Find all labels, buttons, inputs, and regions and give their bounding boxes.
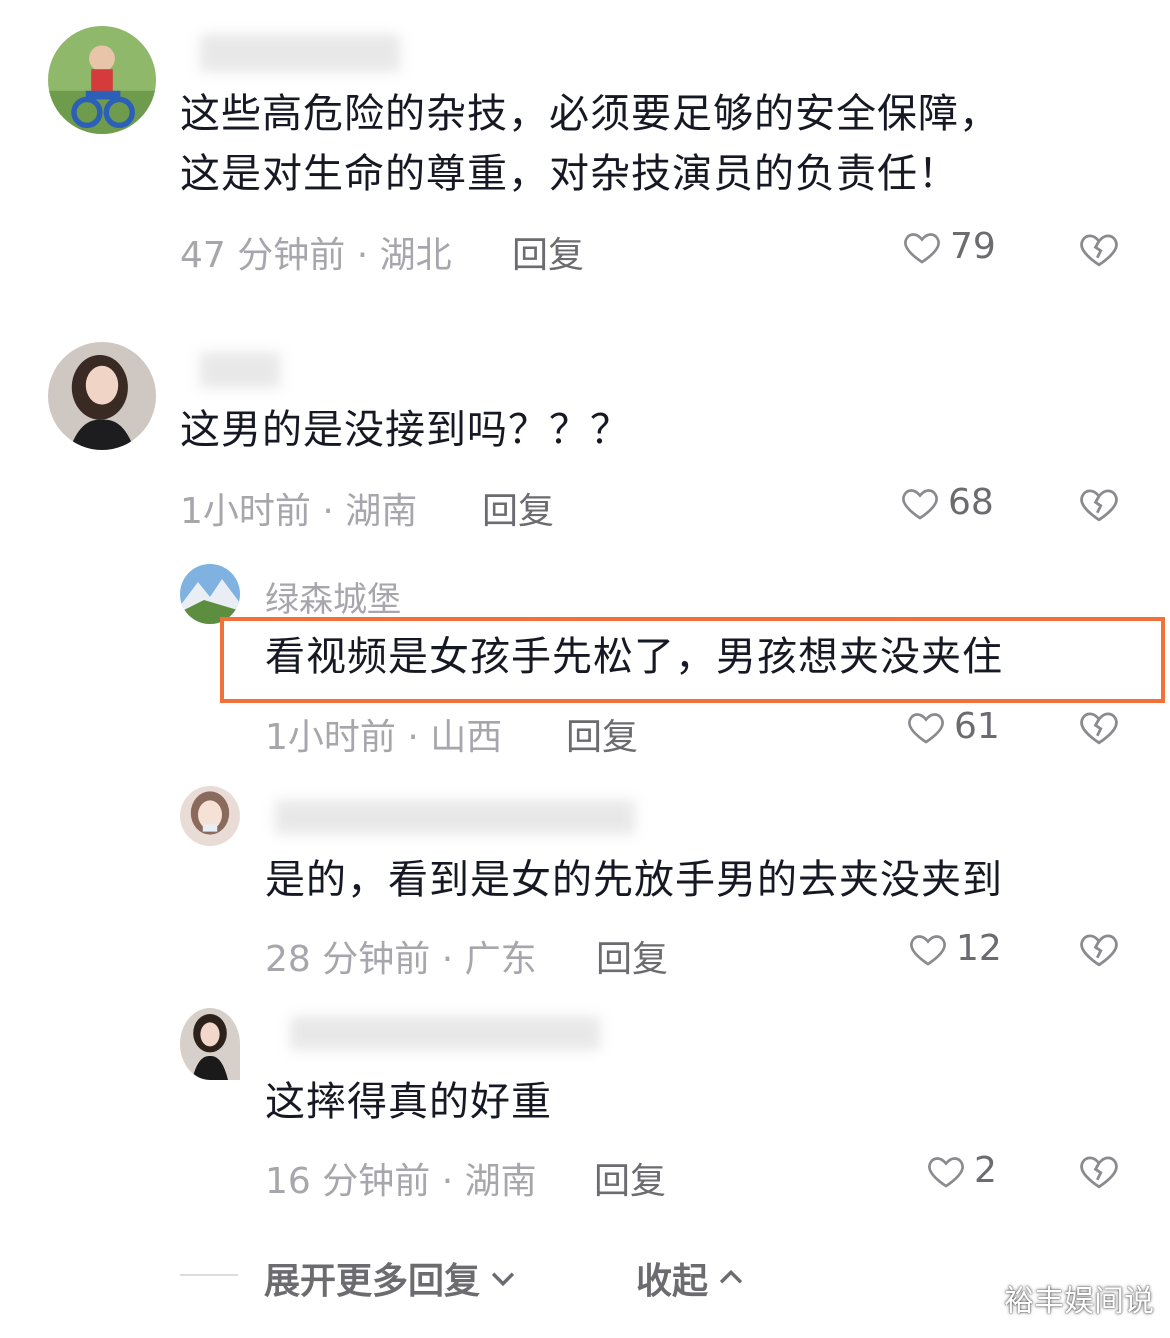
comment-text: 这男的是没接到吗？？？ <box>180 407 631 453</box>
avatar-image-woman-dark <box>180 1008 240 1080</box>
like-button[interactable]: 2 <box>926 1150 997 1191</box>
comment-text-line-1: 这些高危险的杂技，必须要足够的安全保障， <box>180 91 1000 137</box>
broken-heart-icon <box>1080 712 1118 745</box>
like-button[interactable]: 79 <box>902 226 996 267</box>
avatar[interactable] <box>180 786 240 846</box>
broken-heart-icon <box>1080 234 1118 267</box>
like-button[interactable]: 61 <box>906 706 1000 747</box>
reply-text: 这摔得真的好重 <box>265 1079 552 1125</box>
username-redacted <box>200 352 280 388</box>
reply-time-location: 16 分钟前 · 湖南 <box>265 1161 537 1202</box>
reply-button[interactable]: 回复 <box>482 482 554 534</box>
avatar-image-woman-light <box>180 786 240 846</box>
dislike-button[interactable] <box>1078 928 1120 970</box>
like-count: 79 <box>950 226 996 267</box>
comment-time-location: 1小时前 · 湖南 <box>180 491 418 532</box>
avatar[interactable] <box>180 1008 240 1080</box>
reply-button[interactable]: 回复 <box>596 930 668 982</box>
reply-button[interactable]: 回复 <box>594 1152 666 1204</box>
username-redacted <box>275 800 635 834</box>
collapse-label: 收起 <box>636 1261 709 1302</box>
reply-text: 是的，看到是女的先放手男的去夹没夹到 <box>265 857 1003 903</box>
comment-time-location: 47 分钟前 · 湖北 <box>180 235 452 276</box>
comment-text-line-2: 这是对生命的尊重，对杂技演员的负责任！ <box>180 151 959 197</box>
like-count: 68 <box>948 482 994 523</box>
expand-more-replies-button[interactable]: 展开更多回复 <box>264 1252 520 1304</box>
heart-icon <box>908 712 944 744</box>
reply-button[interactable]: 回复 <box>512 226 584 278</box>
reply-button[interactable]: 回复 <box>566 708 638 760</box>
like-count: 61 <box>954 706 1000 747</box>
heart-icon <box>910 934 946 966</box>
divider <box>180 1274 238 1276</box>
heart-icon <box>928 1156 964 1188</box>
watermark: 裕丰娱间说 <box>1004 1284 1154 1319</box>
like-count: 12 <box>956 928 1002 969</box>
avatar[interactable] <box>48 342 156 450</box>
reply-username[interactable]: 绿森城堡 <box>265 572 401 621</box>
dislike-button[interactable] <box>1078 1150 1120 1192</box>
avatar[interactable] <box>48 26 156 134</box>
chevron-up-icon <box>719 1269 743 1284</box>
username-redacted <box>290 1016 600 1050</box>
like-count: 2 <box>974 1150 997 1191</box>
dislike-button[interactable] <box>1078 228 1120 270</box>
chevron-down-icon <box>491 1272 515 1287</box>
dislike-button[interactable] <box>1078 483 1120 525</box>
expand-label: 展开更多回复 <box>264 1261 481 1302</box>
avatar-image-child-bike <box>48 26 156 134</box>
avatar-image-woman <box>48 342 156 450</box>
like-button[interactable]: 68 <box>900 482 994 523</box>
like-button[interactable]: 12 <box>908 928 1002 969</box>
avatar-image-mountain <box>180 564 240 624</box>
reply-time-location: 1小时前 · 山西 <box>265 717 503 758</box>
reply-text: 看视频是女孩手先松了，男孩想夹没夹住 <box>265 634 1003 680</box>
collapse-button[interactable]: 收起 <box>636 1252 748 1304</box>
username-redacted <box>200 34 400 72</box>
broken-heart-icon <box>1080 1156 1118 1189</box>
broken-heart-icon <box>1080 934 1118 967</box>
dislike-button[interactable] <box>1078 706 1120 748</box>
heart-icon <box>904 232 940 264</box>
avatar[interactable] <box>180 564 240 624</box>
broken-heart-icon <box>1080 489 1118 522</box>
heart-icon <box>902 488 938 520</box>
reply-time-location: 28 分钟前 · 广东 <box>265 939 537 980</box>
